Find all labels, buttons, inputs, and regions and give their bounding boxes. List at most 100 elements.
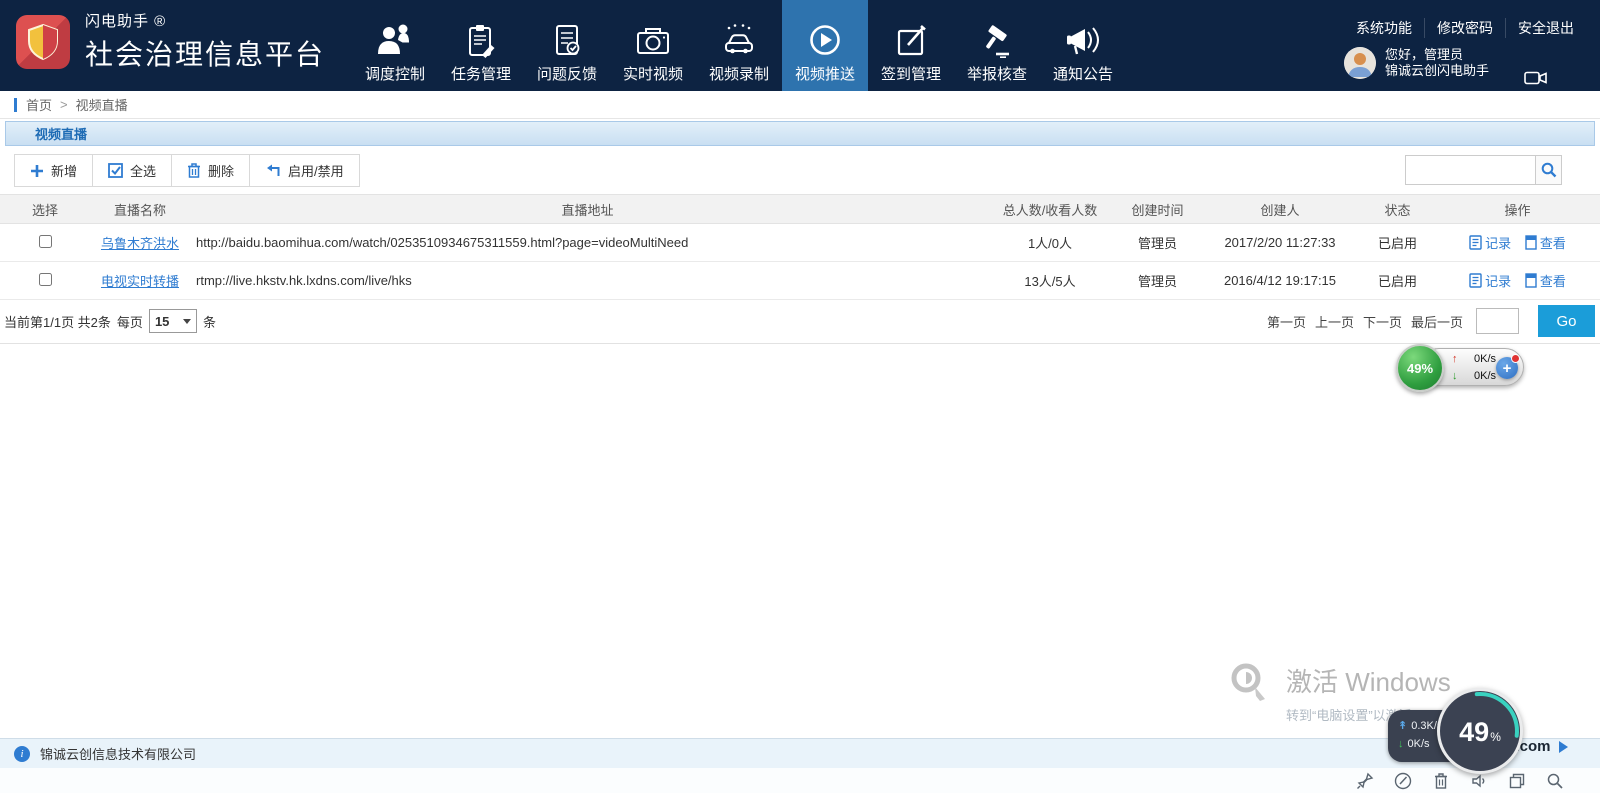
pager-group: 第一页 上一页 下一页 最后一页 Go bbox=[1267, 305, 1595, 337]
stream-creator: 管理员 bbox=[1115, 262, 1200, 300]
page-number-input[interactable] bbox=[1476, 308, 1519, 334]
floating-net-speed-widget[interactable]: 49% ↑ 0K/s ↓ 0K/s + bbox=[1396, 344, 1526, 392]
pagination-bar: 当前第1/1页 共2条 每页 15 条 第一页 上一页 下一页 最后一页 Go bbox=[0, 299, 1600, 344]
play-arrow-icon bbox=[1559, 741, 1568, 753]
breadcrumb-separator: > bbox=[60, 97, 68, 112]
car-icon bbox=[719, 22, 759, 58]
return-arrow-icon bbox=[265, 163, 281, 178]
search-button[interactable] bbox=[1536, 155, 1562, 185]
net-percent-badge[interactable]: 49% bbox=[1396, 344, 1444, 392]
stream-status: 已启用 bbox=[1360, 262, 1435, 300]
last-page-link[interactable]: 最后一页 bbox=[1411, 312, 1463, 331]
greeting-line1: 您好，管理员 bbox=[1385, 47, 1489, 63]
upload-arrow-icon: ↟ bbox=[1398, 717, 1407, 735]
stream-viewers: 1人/0人 bbox=[985, 224, 1115, 262]
document-check-icon bbox=[547, 22, 587, 58]
select-all-label: 全选 bbox=[130, 161, 156, 180]
view-action[interactable]: 查看 bbox=[1525, 233, 1566, 252]
stream-name-link[interactable]: 乌鲁木齐洪水 bbox=[101, 236, 179, 251]
stream-name-link[interactable]: 电视实时转播 bbox=[101, 274, 179, 289]
per-page-suffix: 条 bbox=[203, 312, 216, 331]
greeting: 您好，管理员 锦诚云创闪电助手 bbox=[1385, 47, 1489, 79]
col-header-actions: 操作 bbox=[1435, 195, 1600, 224]
col-header-status: 状态 bbox=[1360, 195, 1435, 224]
upload-arrow-icon: ↑ bbox=[1452, 351, 1464, 368]
first-page-link[interactable]: 第一页 bbox=[1267, 312, 1306, 331]
record-action[interactable]: 记录 bbox=[1469, 271, 1511, 290]
megaphone-icon bbox=[1063, 22, 1103, 58]
nav-item-report-check[interactable]: 举报核查 bbox=[954, 0, 1040, 91]
nav-item-signin[interactable]: 签到管理 bbox=[868, 0, 954, 91]
gavel-icon bbox=[977, 22, 1017, 58]
select-all-button[interactable]: 全选 bbox=[93, 155, 172, 186]
shield-icon bbox=[26, 23, 60, 61]
nav-item-video-record[interactable]: 视频录制 bbox=[696, 0, 782, 91]
edit-circle-icon[interactable] bbox=[1394, 772, 1412, 790]
avatar bbox=[1344, 47, 1376, 79]
nav-item-tasks[interactable]: 任务管理 bbox=[438, 0, 524, 91]
greeting-line2: 锦诚云创闪电助手 bbox=[1385, 63, 1489, 79]
search-icon[interactable] bbox=[1546, 772, 1564, 790]
col-header-created-time: 创建时间 bbox=[1115, 195, 1200, 224]
window-restore-icon[interactable] bbox=[1508, 772, 1526, 790]
col-header-url: 直播地址 bbox=[190, 195, 985, 224]
logout-link[interactable]: 安全退出 bbox=[1505, 18, 1586, 38]
progress-arc bbox=[1437, 688, 1523, 774]
trash-icon[interactable] bbox=[1432, 772, 1450, 790]
download-speed: 0K/s bbox=[1464, 368, 1496, 385]
title-block: 闪电助手 ® 社会治理信息平台 bbox=[85, 10, 325, 73]
document-icon bbox=[1469, 273, 1482, 288]
table-row: 乌鲁木齐洪水 http://baidu.baomihua.com/watch/0… bbox=[0, 224, 1600, 262]
nav-item-dispatch[interactable]: 调度控制 bbox=[352, 0, 438, 91]
upload-speed: 0K/s bbox=[1464, 351, 1496, 368]
info-icon: i bbox=[14, 746, 30, 762]
add-button-label: 新增 bbox=[51, 161, 77, 180]
speaker-icon[interactable] bbox=[1470, 772, 1488, 790]
platform-title: 社会治理信息平台 bbox=[85, 33, 325, 73]
stream-creator: 管理员 bbox=[1115, 224, 1200, 262]
breadcrumb-current: 视频直播 bbox=[76, 95, 128, 114]
app-header: 闪电助手 ® 社会治理信息平台 调度控制 bbox=[0, 0, 1600, 91]
camera-icon bbox=[633, 22, 673, 58]
stream-viewers: 13人/5人 bbox=[985, 262, 1115, 300]
add-button[interactable]: 新增 bbox=[15, 155, 93, 186]
nav-item-live-video[interactable]: 实时视频 bbox=[610, 0, 696, 91]
breadcrumb-home[interactable]: 首页 bbox=[26, 95, 52, 114]
go-button[interactable]: Go bbox=[1538, 305, 1595, 337]
enable-disable-label: 启用/禁用 bbox=[288, 161, 344, 180]
nav-item-notice[interactable]: 通知公告 bbox=[1040, 0, 1126, 91]
change-password-link[interactable]: 修改密码 bbox=[1424, 18, 1505, 38]
main-nav: 调度控制 任务管理 问题反馈 bbox=[352, 0, 1126, 91]
prev-page-link[interactable]: 上一页 bbox=[1315, 312, 1354, 331]
per-page-label: 每页 bbox=[117, 312, 143, 331]
breadcrumb-accent-bar bbox=[14, 98, 17, 112]
row-checkbox[interactable] bbox=[39, 273, 52, 286]
system-functions-link[interactable]: 系统功能 bbox=[1344, 18, 1424, 38]
stream-url: rtmp://live.hkstv.hk.lxdns.com/live/hks bbox=[190, 262, 985, 300]
search-input[interactable] bbox=[1405, 155, 1536, 185]
pagination-summary: 当前第1/1页 共2条 bbox=[4, 312, 111, 331]
header-right: 系统功能 修改密码 安全退出 您好，管理员 锦诚云创闪电助手 bbox=[1344, 0, 1586, 79]
app-logo bbox=[16, 15, 70, 69]
rocket-icon[interactable] bbox=[1356, 772, 1374, 790]
row-checkbox[interactable] bbox=[39, 235, 52, 248]
nav-label: 通知公告 bbox=[1053, 63, 1113, 84]
search-icon bbox=[1541, 162, 1557, 178]
table-row: 电视实时转播 rtmp://live.hkstv.hk.lxdns.com/li… bbox=[0, 262, 1600, 300]
view-action[interactable]: 查看 bbox=[1525, 271, 1566, 290]
download-speed: 0K/s bbox=[1408, 735, 1430, 753]
app-name: 闪电助手 ® bbox=[85, 10, 325, 31]
per-page-select[interactable]: 15 bbox=[149, 309, 197, 333]
nav-item-video-push[interactable]: 视频推送 bbox=[782, 0, 868, 91]
delete-button[interactable]: 删除 bbox=[172, 155, 250, 186]
nav-item-feedback[interactable]: 问题反馈 bbox=[524, 0, 610, 91]
toolbar: 新增 全选 删除 启用/禁用 bbox=[14, 154, 360, 187]
record-action[interactable]: 记录 bbox=[1469, 233, 1511, 252]
nav-label: 调度控制 bbox=[365, 63, 425, 84]
next-page-link[interactable]: 下一页 bbox=[1363, 312, 1402, 331]
live-stream-table: 选择 直播名称 直播地址 总人数/收看人数 创建时间 创建人 状态 操作 乌鲁木… bbox=[0, 194, 1600, 300]
col-header-viewers: 总人数/收看人数 bbox=[985, 195, 1115, 224]
enable-disable-button[interactable]: 启用/禁用 bbox=[250, 155, 359, 186]
checkbox-check-icon bbox=[108, 163, 123, 178]
clipboard-icon bbox=[461, 22, 501, 58]
